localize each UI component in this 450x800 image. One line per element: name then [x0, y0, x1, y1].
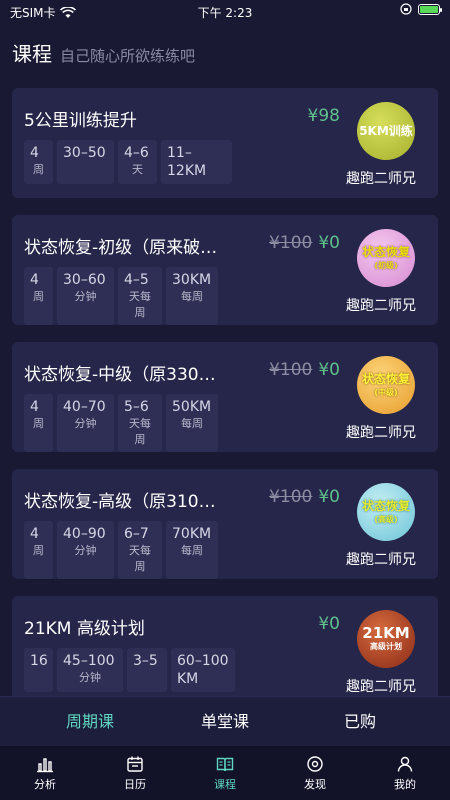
stat-weeks: 4周 — [24, 394, 53, 452]
course-card[interactable]: 21KM 高级计划 ¥0 16 45–100 分钟 3–5 60–100KM 21… — [12, 596, 438, 696]
course-price: ¥100 ¥0 — [269, 487, 340, 507]
stat-distance: 60–100KM — [171, 648, 235, 692]
current-price: ¥98 — [307, 106, 340, 126]
course-name: 状态恢复-中级（原330… — [24, 365, 216, 385]
course-price: ¥98 — [308, 106, 340, 126]
nav-profile[interactable]: 我的 — [360, 746, 450, 800]
coach-name: 趣跑二师兄 — [346, 679, 416, 695]
status-time: 下午 2:23 — [197, 6, 253, 20]
course-price: ¥100 ¥0 — [269, 233, 340, 253]
stat-days: 3–5 — [127, 648, 167, 692]
course-badge: 5KM训练 — [357, 102, 415, 160]
tab-periodic[interactable]: 周期课 — [15, 697, 165, 747]
stat-distance: 50KM 每周 — [166, 394, 218, 452]
nav-label: 课程 — [214, 777, 236, 791]
stat-distance: 70KM 每周 — [166, 521, 218, 579]
nav-label: 发现 — [304, 777, 326, 791]
stat-minutes: 40–70 分钟 — [57, 394, 114, 452]
page-header: 课程 自己随心所欲练练吧 — [12, 38, 195, 67]
course-stats: 4周 40–70 分钟 5–6 天每周 50KM 每周 — [24, 394, 218, 452]
page-subtitle: 自己随心所欲练练吧 — [60, 47, 196, 65]
course-stats: 16 45–100 分钟 3–5 60–100KM — [24, 648, 235, 692]
course-type-tabs: 周期课 单堂课 已购 — [0, 696, 450, 747]
nav-calendar[interactable]: 日历 — [90, 746, 180, 800]
original-price: ¥100 — [269, 233, 313, 253]
book-icon — [216, 757, 234, 771]
stat-weeks: 4周 — [24, 140, 53, 184]
page-title: 课程 — [12, 42, 52, 66]
course-stats: 4周 40–90 分钟 6–7 天每周 70KM 每周 — [24, 521, 218, 579]
coach-name: 趣跑二师兄 — [346, 298, 416, 314]
user-icon — [397, 756, 413, 772]
orientation-lock-icon — [400, 3, 412, 15]
compass-icon — [307, 755, 323, 772]
coach-name: 趣跑二师兄 — [346, 171, 416, 187]
stat-days: 4–5 天每周 — [118, 267, 162, 325]
original-price: ¥100 — [269, 360, 313, 380]
tab-single[interactable]: 单堂课 — [150, 697, 300, 747]
nav-discover[interactable]: 发现 — [270, 746, 360, 800]
status-right — [400, 3, 442, 15]
course-name: 状态恢复-初级（原来破… — [24, 238, 218, 258]
course-card[interactable]: 状态恢复-中级（原330… ¥100 ¥0 4周 40–70 分钟 5–6 天每周 5… — [12, 342, 438, 452]
nav-label: 我的 — [394, 777, 416, 791]
stat-distance: 30KM 每周 — [166, 267, 218, 325]
stat-days: 6–7 天每周 — [118, 521, 162, 579]
nav-label: 日历 — [124, 777, 146, 791]
course-badge: 状态恢复 (初级) — [357, 229, 415, 287]
nav-courses[interactable]: 课程 — [180, 746, 270, 800]
stat-weeks: 4周 — [24, 267, 53, 325]
coach-name: 趣跑二师兄 — [346, 425, 416, 441]
stat-minutes: 45–100 分钟 — [57, 648, 123, 692]
stat-minutes: 40–90 分钟 — [57, 521, 114, 579]
course-card[interactable]: 5公里训练提升 ¥98 4周 30–50 4–6 天 11–12KM 5KM训练 … — [12, 88, 438, 198]
status-bar: 无SIM卡 下午 2:23 — [0, 0, 450, 24]
stat-minutes: 30–60 分钟 — [57, 267, 114, 325]
stat-days: 5–6 天每周 — [118, 394, 162, 452]
stat-weeks: 16 — [24, 648, 53, 692]
tab-purchased[interactable]: 已购 — [285, 697, 435, 747]
stat-distance: 11–12KM — [161, 140, 232, 184]
course-badge: 21KM 高级计划 — [357, 610, 415, 668]
original-price: ¥100 — [269, 487, 313, 507]
course-price: ¥100 ¥0 — [269, 360, 340, 380]
battery-icon — [418, 3, 442, 15]
stat-weeks: 4周 — [24, 521, 53, 579]
bottom-navigation: 分析 日历 课程 发现 我的 — [0, 746, 450, 800]
course-card[interactable]: 状态恢复-初级（原来破… ¥100 ¥0 4周 30–60 分钟 4–5 天每周 30… — [12, 215, 438, 325]
chart-icon — [37, 757, 53, 772]
nav-label: 分析 — [34, 777, 56, 791]
current-price: ¥0 — [318, 360, 340, 380]
course-name: 状态恢复-高级（原310… — [24, 492, 216, 512]
course-badge: 状态恢复 (高级) — [357, 483, 415, 541]
current-price: ¥0 — [318, 487, 340, 507]
calendar-icon — [127, 756, 143, 772]
course-stats: 4周 30–60 分钟 4–5 天每周 30KM 每周 — [24, 267, 218, 325]
nav-analysis[interactable]: 分析 — [0, 746, 90, 800]
course-price: ¥0 — [318, 614, 340, 634]
stat-minutes: 30–50 — [57, 140, 114, 184]
course-stats: 4周 30–50 4–6 天 11–12KM — [24, 140, 232, 184]
current-price: ¥0 — [318, 614, 340, 634]
course-name: 21KM 高级计划 — [24, 619, 145, 639]
current-price: ¥0 — [318, 233, 340, 253]
course-badge: 状态恢复 (中级) — [357, 356, 415, 414]
course-name: 5公里训练提升 — [24, 111, 137, 131]
course-card[interactable]: 状态恢复-高级（原310… ¥100 ¥0 4周 40–90 分钟 6–7 天每周 7… — [12, 469, 438, 579]
coach-name: 趣跑二师兄 — [346, 552, 416, 568]
stat-days: 4–6 天 — [118, 140, 157, 184]
course-list[interactable]: 5公里训练提升 ¥98 4周 30–50 4–6 天 11–12KM 5KM训练 … — [0, 88, 450, 696]
